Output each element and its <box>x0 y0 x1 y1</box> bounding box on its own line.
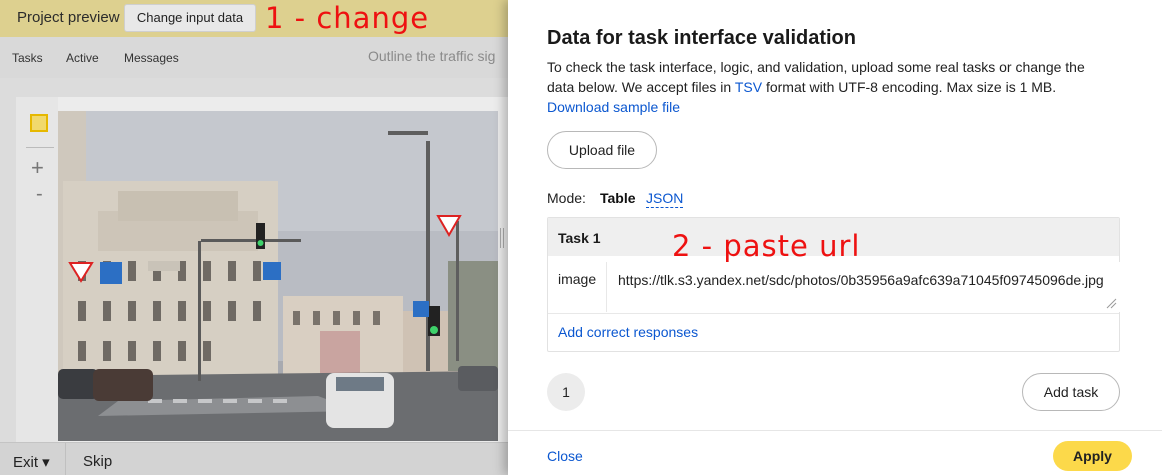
image-url-value: https://tlk.s3.yandex.net/sdc/photos/0b3… <box>618 272 1104 288</box>
mode-table-option[interactable]: Table <box>600 190 636 206</box>
top-bar: Project preview Change input data <box>0 0 508 37</box>
bottom-divider <box>65 443 66 475</box>
annotation-toolbar <box>16 97 58 442</box>
panel-resize-handle[interactable] <box>500 228 504 248</box>
street-photo[interactable] <box>58 111 498 441</box>
resize-grip-icon[interactable] <box>1106 298 1117 309</box>
project-preview-app: Project preview Change input data 1 - ch… <box>0 0 508 475</box>
image-url-field[interactable]: https://tlk.s3.yandex.net/sdc/photos/0b3… <box>606 262 1120 312</box>
drawer-title: Data for task interface validation <box>547 27 856 49</box>
footer-divider <box>508 430 1162 431</box>
annotation-change: 1 - change <box>265 1 430 35</box>
apply-button[interactable]: Apply <box>1053 441 1132 471</box>
nav-active[interactable]: Active <box>66 51 99 65</box>
zoom-out-icon[interactable]: - <box>36 183 43 206</box>
field-name-image: image <box>558 271 597 287</box>
skip-button[interactable]: Skip <box>83 453 112 470</box>
upload-file-button[interactable]: Upload file <box>547 131 657 169</box>
field-divider <box>548 313 1119 314</box>
add-correct-responses-link[interactable]: Add correct responses <box>558 324 698 340</box>
mode-json-option[interactable]: JSON <box>646 190 684 208</box>
toolbar-divider <box>26 147 54 148</box>
bottom-bar: Exit ▾ Skip <box>0 442 508 475</box>
nav-messages[interactable]: Messages <box>124 51 179 65</box>
tsv-link[interactable]: TSV <box>735 79 762 95</box>
download-sample-link[interactable]: Download sample file <box>547 99 680 115</box>
annotation-paste-url: 2 - paste url <box>672 229 861 263</box>
task-title: Task 1 <box>558 230 601 246</box>
mode-label: Mode: <box>547 190 586 206</box>
page-title: Project preview <box>17 9 120 26</box>
description-mid: format with UTF-8 encoding. Max size is … <box>762 79 1057 95</box>
street-photo-illustration <box>58 111 498 441</box>
add-task-button[interactable]: Add task <box>1022 373 1120 411</box>
task-page-number[interactable]: 1 <box>547 373 585 411</box>
nav-tasks[interactable]: Tasks <box>12 51 43 65</box>
drawer-description: To check the task interface, logic, and … <box>547 57 1107 117</box>
task-instruction: Outline the traffic sig <box>368 48 496 64</box>
close-link[interactable]: Close <box>547 448 583 464</box>
change-input-data-button[interactable]: Change input data <box>124 4 256 32</box>
nav-bar: Tasks Active Messages Outline the traffi… <box>0 37 508 78</box>
polygon-tool-icon[interactable] <box>30 114 48 132</box>
exit-button[interactable]: Exit ▾ <box>13 453 50 471</box>
zoom-in-icon[interactable]: + <box>31 155 44 181</box>
